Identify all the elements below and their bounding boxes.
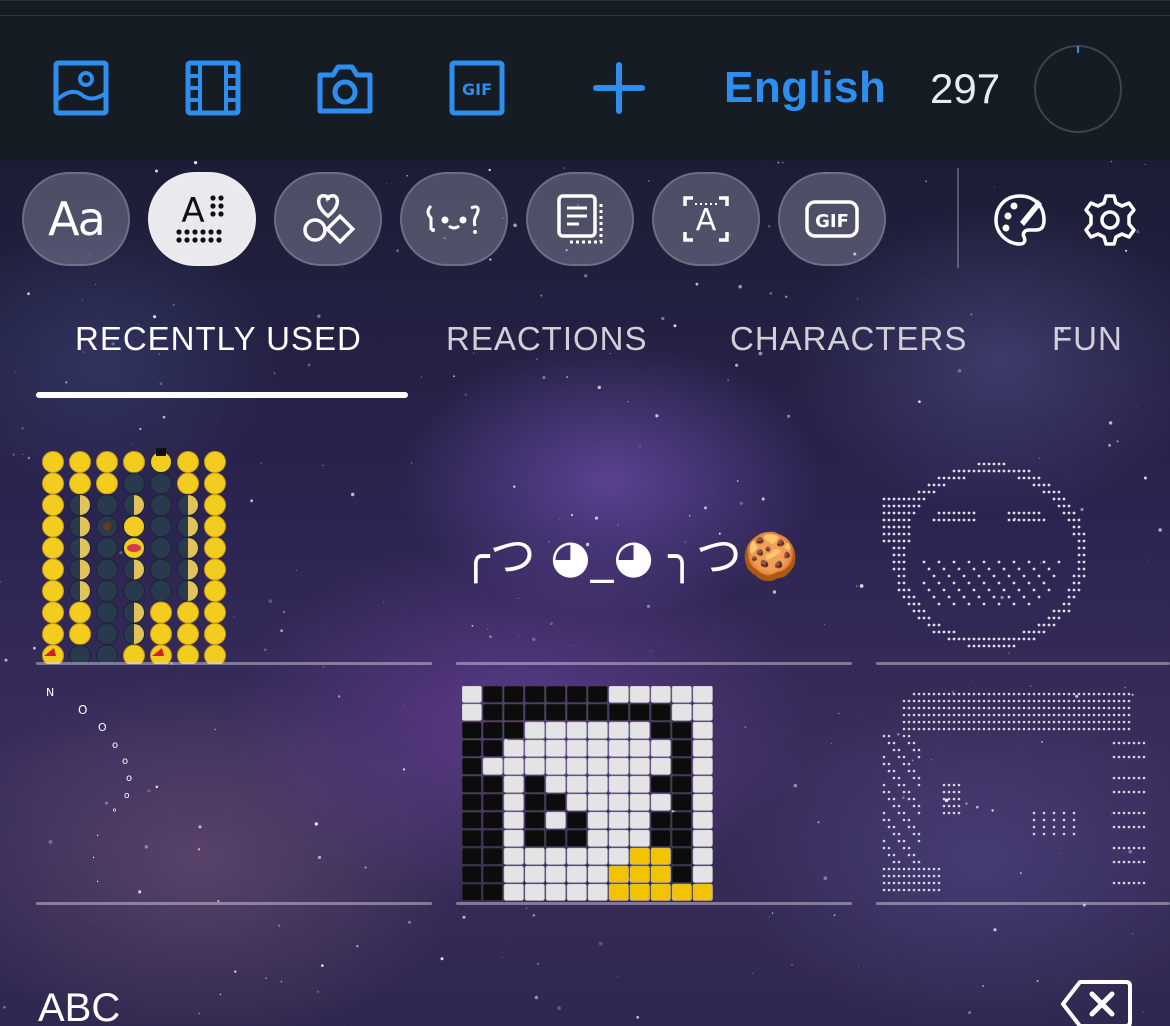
tab-recently-used[interactable]: RECENTLY USED [75, 320, 362, 358]
top-toolbar: GIF English 297 [0, 0, 1170, 160]
progress-ring [1034, 45, 1122, 133]
camera-icon[interactable] [316, 59, 374, 117]
kaomoji-icon [426, 204, 480, 234]
divider [0, 15, 1170, 16]
category-text-effects[interactable]: A [652, 172, 760, 266]
art-card-kaomoji-cookie[interactable]: ╭つ ◕_◕ ╮つ🍪 [462, 520, 842, 600]
keyboard-panel: Aa A A GIF RECENTLY USED REACTIONS CHARA… [0, 160, 1170, 1026]
art-card-penguin-blocks[interactable] [462, 686, 714, 904]
fonts-icon: Aa [48, 192, 106, 246]
svg-text:o: o [122, 756, 128, 767]
active-tab-indicator [36, 392, 408, 398]
svg-text:o: o [126, 773, 132, 784]
art-card-emoji-figure[interactable] [40, 448, 232, 664]
divider [957, 168, 959, 268]
gif-badge-icon: GIF [805, 200, 859, 238]
art-card-falling-text[interactable]: NOOoooo°... [36, 686, 156, 902]
svg-text:o: o [112, 740, 118, 751]
category-kaomoji[interactable] [400, 172, 508, 266]
svg-text:.: . [92, 850, 95, 861]
text-frame-icon: A [683, 196, 729, 242]
svg-text:N: N [46, 686, 54, 699]
category-text-art[interactable]: A [148, 172, 256, 266]
card-divider [456, 902, 852, 905]
document-icon [557, 194, 603, 244]
svg-text:A: A [181, 191, 204, 231]
svg-text:.: . [96, 828, 99, 839]
palette-icon[interactable] [990, 190, 1050, 250]
category-gif[interactable]: GIF [778, 172, 886, 266]
tab-fun[interactable]: FUN [1052, 320, 1123, 358]
art-card-ascii-scene[interactable] [880, 688, 1150, 898]
card-divider [36, 662, 432, 665]
svg-text:O: O [78, 703, 87, 717]
language-selector[interactable]: English [724, 63, 886, 113]
image-icon[interactable] [52, 59, 110, 117]
card-divider [876, 902, 1170, 905]
settings-icon[interactable] [1080, 190, 1140, 250]
abc-keyboard-button[interactable]: ABC [38, 986, 120, 1026]
svg-text:GIF: GIF [815, 211, 849, 232]
film-icon[interactable] [184, 59, 242, 117]
svg-text:°: ° [112, 808, 117, 819]
category-emoji-art[interactable] [274, 172, 382, 266]
character-count: 297 [930, 65, 1001, 112]
backspace-icon[interactable] [1060, 978, 1134, 1026]
art-card-ascii-face[interactable] [880, 456, 1100, 666]
svg-text:.: . [96, 874, 99, 885]
gif-icon[interactable]: GIF [448, 59, 506, 117]
svg-text:o: o [124, 791, 130, 801]
tab-reactions[interactable]: REACTIONS [446, 320, 648, 358]
card-divider [456, 662, 852, 665]
svg-text:A: A [696, 203, 717, 238]
card-divider [876, 662, 1170, 665]
text-art-icon: A [176, 191, 224, 243]
plus-icon[interactable] [590, 59, 648, 117]
card-divider [36, 902, 432, 905]
category-fonts[interactable]: Aa [22, 172, 130, 266]
svg-text:O: O [98, 721, 107, 734]
svg-text:GIF: GIF [462, 80, 492, 99]
category-templates[interactable] [526, 172, 634, 266]
shapes-icon [303, 194, 356, 245]
tab-characters[interactable]: CHARACTERS [730, 320, 967, 358]
